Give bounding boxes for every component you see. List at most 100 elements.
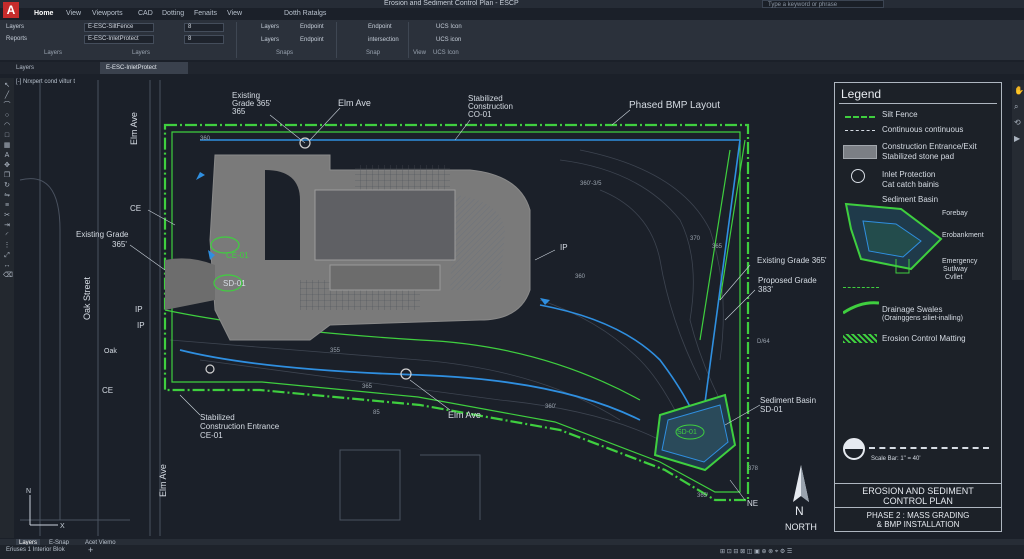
add-layout-button[interactable]: + <box>88 545 93 555</box>
file-tab-layers[interactable]: Layers <box>10 62 100 74</box>
tab-cad[interactable]: CAD <box>138 10 153 17</box>
label-elm-ave-top: Elm Ave <box>338 98 371 108</box>
label-stab-ent1: Stabilized <box>200 413 235 422</box>
erase-icon[interactable]: ⌫ <box>3 272 13 279</box>
legend-silt-fence-symbol <box>845 116 875 118</box>
tab-dotting[interactable]: Dotting <box>162 10 184 17</box>
endpoint-button[interactable]: Endpoint <box>300 24 324 30</box>
move-icon[interactable]: ✥ <box>3 162 11 169</box>
legend-panel: Legend Silt Fence Continuous continuous … <box>834 82 1002 532</box>
endpoint-button-2[interactable]: Endpoint <box>300 37 324 43</box>
ucs-icon-button[interactable]: UCS Icon <box>436 24 462 30</box>
parking-stalls <box>329 264 441 291</box>
scale-bar-line <box>869 447 989 449</box>
label-existing-grade-right: Existing Grade 365' <box>757 256 827 265</box>
rotate-icon[interactable]: ↻ <box>3 182 11 189</box>
tab-fenaits[interactable]: Fenaits <box>194 10 217 17</box>
status-toggles[interactable]: ⊞ ⊡ ⊟ ⊠ ◫ ▣ ⊕ ⊗ ⌖ ⚙ ☰ <box>720 548 1010 556</box>
label-elm-ave-side: Elm Ave <box>129 112 139 145</box>
layers-tool-button-2[interactable]: Layers <box>261 37 279 43</box>
svg-text:360: 360 <box>575 274 586 280</box>
viewport-label[interactable]: [-] Nrxpert cond viltur t <box>16 79 75 85</box>
endpoint-snap-button[interactable]: Endpoint <box>368 24 392 30</box>
group-label-ucs: UCS Icon <box>433 50 459 56</box>
reports-button[interactable]: Reports <box>6 36 27 42</box>
label-stab-ent3: CE-01 <box>200 431 223 440</box>
text-icon[interactable]: A <box>3 152 11 159</box>
legend-emergency: Emergency <box>942 258 978 265</box>
circle-icon[interactable]: ○ <box>3 112 11 119</box>
svg-text:360': 360' <box>545 404 556 410</box>
tab-home[interactable]: Home <box>34 10 53 17</box>
stretch-icon[interactable]: ↔ <box>3 262 11 269</box>
array-icon[interactable]: ⋮ <box>3 242 11 249</box>
layer-dropdown-1[interactable]: E-ESC-SiltFence <box>84 23 154 32</box>
ucs-icon-button-2[interactable]: UCS icon <box>436 37 461 43</box>
entrance-pad <box>165 258 215 310</box>
label-sediment-basin2: SD-01 <box>760 405 783 414</box>
svg-text:85: 85 <box>373 410 380 416</box>
legend-forebay: Forebay <box>942 210 968 217</box>
legend-matting-symbol <box>843 334 877 343</box>
app-logo[interactable]: A <box>3 2 19 18</box>
orbit-icon[interactable]: ⟲ <box>1014 118 1021 127</box>
trim-icon[interactable]: ✂ <box>3 212 11 219</box>
zoom-icon[interactable]: ⌕ <box>1014 102 1018 112</box>
offset-icon[interactable]: ≡ <box>3 202 11 209</box>
label-ip-1: IP <box>135 305 143 314</box>
intersection-snap-button[interactable]: intersection <box>368 37 399 43</box>
pan-icon[interactable]: ✋ <box>1014 86 1024 95</box>
legend-erosion-matting: Erosion Control Matting <box>882 334 966 343</box>
label-proposed-grade: Proposed Grade <box>758 276 817 285</box>
drawing-canvas[interactable]: Phased BMP Layout Existing Grade 365' 36… <box>14 76 1010 536</box>
tab-view[interactable]: View <box>66 10 81 17</box>
search-input[interactable]: Type a keyword or phrase <box>762 0 884 8</box>
fillet-icon[interactable]: ◜ <box>3 232 11 239</box>
layers-button[interactable]: Layers <box>6 24 24 30</box>
left-toolbar: ↖ ╱ ⌒ ○ ◠ □ ▦ A ✥ ❐ ↻ ⇋ ≡ ✂ ⇥ ◜ ⋮ ⤢ ↔ ⌫ <box>0 78 14 538</box>
polyline-icon[interactable]: ⌒ <box>3 102 11 109</box>
copy-icon[interactable]: ❐ <box>3 172 11 179</box>
label-oak-street: Oak Street <box>82 276 92 320</box>
hatch-icon[interactable]: ▦ <box>3 142 11 149</box>
group-label-layers-2: Layers <box>132 50 151 56</box>
file-tab-inletprotect[interactable]: E-ESC-InletProtect <box>100 62 188 74</box>
cad-window: Erosion and Sediment Control Plan - ESCP… <box>0 0 1024 559</box>
layer-color-2[interactable]: 8 <box>184 35 224 44</box>
group-label-snaps: Snaps <box>276 50 294 56</box>
layer-dropdown-2[interactable]: E-ESC-InletProtect <box>84 35 154 44</box>
command-history: Eriuses 1 Interior Blok <box>6 547 65 553</box>
legend-embankment: Erobankment <box>942 232 984 239</box>
svg-text:365: 365 <box>712 244 723 250</box>
ucs-y-label: N <box>26 488 31 495</box>
layers-tool-button[interactable]: Layers <box>261 24 279 30</box>
legend-construction-entrance: Construction Entrance/Exit <box>882 142 977 151</box>
island <box>265 170 300 260</box>
group-label-layers: Layers <box>44 50 63 56</box>
svg-text:N: N <box>795 504 804 518</box>
extend-icon[interactable]: ⇥ <box>3 222 11 229</box>
legend-inlet-protection-2: Cat catch bainis <box>882 180 939 189</box>
tab-detail-ratings[interactable]: Dotth Ratalgs <box>284 10 326 17</box>
layer-color-1[interactable]: 8 <box>184 23 224 32</box>
pointer-icon[interactable]: ↖ <box>3 82 11 89</box>
right-navigation-bar: ✋ ⌕ ⟲ ▶ <box>1012 80 1024 280</box>
mirror-icon[interactable]: ⇋ <box>3 192 11 199</box>
building-footprint <box>314 189 456 261</box>
command-line[interactable]: Eriuses 1 Interior Blok + ⊞ ⊡ ⊟ ⊠ ◫ ▣ ⊕ … <box>0 545 1024 559</box>
tab-view-2[interactable]: View <box>227 10 242 17</box>
showmotion-icon[interactable]: ▶ <box>1014 134 1020 143</box>
plan-title-2: CONTROL PLAN <box>883 496 953 506</box>
scale-icon[interactable]: ⤢ <box>3 252 11 259</box>
rectangle-icon[interactable]: □ <box>3 132 11 139</box>
arc-icon[interactable]: ◠ <box>3 122 11 129</box>
file-tab-strip: Layers E-ESC-InletProtect <box>0 62 1024 74</box>
label-existing-grade-left2: 365' <box>112 240 127 249</box>
line-icon[interactable]: ╱ <box>3 92 11 99</box>
tab-viewports[interactable]: Viewports <box>92 10 123 17</box>
svg-text:370: 370 <box>690 236 701 242</box>
group-label-view: View <box>413 50 426 56</box>
scale-bar-icon <box>843 438 865 460</box>
plan-title-1: EROSION AND SEDIMENT <box>862 486 974 496</box>
title-block-divider-2 <box>835 507 1001 508</box>
